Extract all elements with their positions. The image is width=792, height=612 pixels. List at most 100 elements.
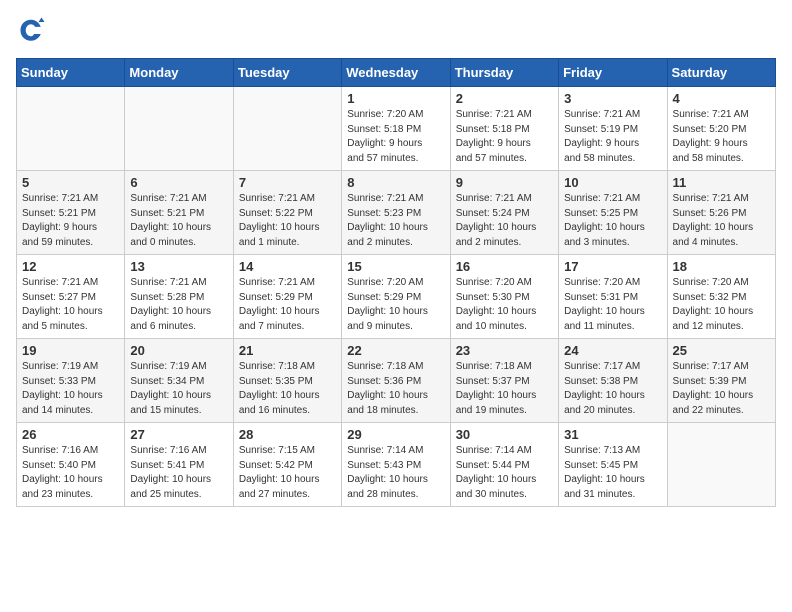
day-info: Sunrise: 7:21 AM Sunset: 5:24 PM Dayligh… [456, 192, 553, 250]
day-number: 16 [456, 259, 553, 274]
day-number: 20 [130, 343, 227, 358]
day-cell: 28Sunrise: 7:15 AM Sunset: 5:42 PM Dayli… [233, 423, 341, 507]
day-info: Sunrise: 7:21 AM Sunset: 5:26 PM Dayligh… [673, 192, 770, 250]
day-cell [17, 87, 125, 171]
day-number: 12 [22, 259, 119, 274]
calendar-container: SundayMondayTuesdayWednesdayThursdayFrid… [0, 0, 792, 523]
day-cell: 7Sunrise: 7:21 AM Sunset: 5:22 PM Daylig… [233, 171, 341, 255]
day-info: Sunrise: 7:17 AM Sunset: 5:38 PM Dayligh… [564, 360, 661, 418]
day-info: Sunrise: 7:21 AM Sunset: 5:21 PM Dayligh… [22, 192, 119, 250]
day-number: 21 [239, 343, 336, 358]
day-number: 9 [456, 175, 553, 190]
day-cell: 22Sunrise: 7:18 AM Sunset: 5:36 PM Dayli… [342, 339, 450, 423]
day-number: 4 [673, 91, 770, 106]
day-cell: 3 Sunrise: 7:21 AM Sunset: 5:19 PM Daylig… [559, 87, 667, 171]
day-number: 14 [239, 259, 336, 274]
weekday-header-sunday: Sunday [17, 59, 125, 87]
day-cell: 5Sunrise: 7:21 AM Sunset: 5:21 PM Daylig… [17, 171, 125, 255]
day-info: Sunrise: 7:20 AM Sunset: 5:31 PM Dayligh… [564, 276, 661, 334]
day-cell: 1Sunrise: 7:20 AM Sunset: 5:18 PM Daylig… [342, 87, 450, 171]
day-info: Sunrise: 7:13 AM Sunset: 5:45 PM Dayligh… [564, 444, 661, 502]
day-cell: 18 Sunrise: 7:20 AM Sunset: 5:32 PM Dayli… [667, 255, 775, 339]
weekday-header-thursday: Thursday [450, 59, 558, 87]
day-info: Sunrise: 7:21 AM Sunset: 5:25 PM Dayligh… [564, 192, 661, 250]
day-cell: 10 Sunrise: 7:21 AM Sunset: 5:25 PM Dayli… [559, 171, 667, 255]
day-info: Sunrise: 7:18 AM Sunset: 5:37 PM Dayligh… [456, 360, 553, 418]
day-cell: 26 Sunrise: 7:16 AM Sunset: 5:40 PM Dayli… [17, 423, 125, 507]
day-cell: 9 Sunrise: 7:21 AM Sunset: 5:24 PM Daylig… [450, 171, 558, 255]
day-cell [667, 423, 775, 507]
day-info: Sunrise: 7:14 AM Sunset: 5:44 PM Dayligh… [456, 444, 553, 502]
day-cell: 30 Sunrise: 7:14 AM Sunset: 5:44 PM Dayli… [450, 423, 558, 507]
week-row-4: 19 Sunrise: 7:19 AM Sunset: 5:33 PM Dayli… [17, 339, 776, 423]
week-row-1: 1Sunrise: 7:20 AM Sunset: 5:18 PM Daylig… [17, 87, 776, 171]
day-number: 28 [239, 427, 336, 442]
day-number: 8 [347, 175, 444, 190]
day-cell: 2 Sunrise: 7:21 AM Sunset: 5:18 PM Daylig… [450, 87, 558, 171]
day-number: 23 [456, 343, 553, 358]
day-number: 17 [564, 259, 661, 274]
day-info: Sunrise: 7:20 AM Sunset: 5:29 PM Dayligh… [347, 276, 444, 334]
day-info: Sunrise: 7:21 AM Sunset: 5:19 PM Dayligh… [564, 108, 661, 166]
day-info: Sunrise: 7:21 AM Sunset: 5:21 PM Dayligh… [130, 192, 227, 250]
day-cell [233, 87, 341, 171]
day-cell [125, 87, 233, 171]
day-info: Sunrise: 7:16 AM Sunset: 5:41 PM Dayligh… [130, 444, 227, 502]
logo [16, 16, 52, 46]
day-number: 29 [347, 427, 444, 442]
day-info: Sunrise: 7:21 AM Sunset: 5:18 PM Dayligh… [456, 108, 553, 166]
logo-icon [16, 16, 46, 46]
weekday-header-wednesday: Wednesday [342, 59, 450, 87]
day-info: Sunrise: 7:21 AM Sunset: 5:28 PM Dayligh… [130, 276, 227, 334]
day-number: 7 [239, 175, 336, 190]
weekday-header-tuesday: Tuesday [233, 59, 341, 87]
day-info: Sunrise: 7:21 AM Sunset: 5:29 PM Dayligh… [239, 276, 336, 334]
day-cell: 11 Sunrise: 7:21 AM Sunset: 5:26 PM Dayli… [667, 171, 775, 255]
day-number: 11 [673, 175, 770, 190]
day-cell: 12 Sunrise: 7:21 AM Sunset: 5:27 PM Dayli… [17, 255, 125, 339]
day-number: 3 [564, 91, 661, 106]
day-cell: 14 Sunrise: 7:21 AM Sunset: 5:29 PM Dayli… [233, 255, 341, 339]
day-number: 31 [564, 427, 661, 442]
day-cell: 16 Sunrise: 7:20 AM Sunset: 5:30 PM Dayli… [450, 255, 558, 339]
day-info: Sunrise: 7:21 AM Sunset: 5:27 PM Dayligh… [22, 276, 119, 334]
day-cell: 13Sunrise: 7:21 AM Sunset: 5:28 PM Dayli… [125, 255, 233, 339]
weekday-header-saturday: Saturday [667, 59, 775, 87]
day-info: Sunrise: 7:20 AM Sunset: 5:32 PM Dayligh… [673, 276, 770, 334]
day-info: Sunrise: 7:21 AM Sunset: 5:23 PM Dayligh… [347, 192, 444, 250]
day-info: Sunrise: 7:18 AM Sunset: 5:36 PM Dayligh… [347, 360, 444, 418]
day-number: 26 [22, 427, 119, 442]
calendar-table: SundayMondayTuesdayWednesdayThursdayFrid… [16, 58, 776, 507]
week-row-2: 5Sunrise: 7:21 AM Sunset: 5:21 PM Daylig… [17, 171, 776, 255]
calendar-header [16, 16, 776, 46]
day-cell: 31 Sunrise: 7:13 AM Sunset: 5:45 PM Dayli… [559, 423, 667, 507]
day-number: 30 [456, 427, 553, 442]
day-number: 19 [22, 343, 119, 358]
day-cell: 4 Sunrise: 7:21 AM Sunset: 5:20 PM Daylig… [667, 87, 775, 171]
day-info: Sunrise: 7:17 AM Sunset: 5:39 PM Dayligh… [673, 360, 770, 418]
day-cell: 15Sunrise: 7:20 AM Sunset: 5:29 PM Dayli… [342, 255, 450, 339]
day-number: 27 [130, 427, 227, 442]
week-row-3: 12 Sunrise: 7:21 AM Sunset: 5:27 PM Dayli… [17, 255, 776, 339]
day-number: 10 [564, 175, 661, 190]
day-number: 2 [456, 91, 553, 106]
day-cell: 17 Sunrise: 7:20 AM Sunset: 5:31 PM Dayli… [559, 255, 667, 339]
day-info: Sunrise: 7:16 AM Sunset: 5:40 PM Dayligh… [22, 444, 119, 502]
day-number: 25 [673, 343, 770, 358]
day-info: Sunrise: 7:21 AM Sunset: 5:20 PM Dayligh… [673, 108, 770, 166]
day-info: Sunrise: 7:18 AM Sunset: 5:35 PM Dayligh… [239, 360, 336, 418]
day-number: 1 [347, 91, 444, 106]
day-number: 6 [130, 175, 227, 190]
day-cell: 24Sunrise: 7:17 AM Sunset: 5:38 PM Dayli… [559, 339, 667, 423]
weekday-header-monday: Monday [125, 59, 233, 87]
day-info: Sunrise: 7:14 AM Sunset: 5:43 PM Dayligh… [347, 444, 444, 502]
day-info: Sunrise: 7:19 AM Sunset: 5:33 PM Dayligh… [22, 360, 119, 418]
day-info: Sunrise: 7:20 AM Sunset: 5:30 PM Dayligh… [456, 276, 553, 334]
day-cell: 20Sunrise: 7:19 AM Sunset: 5:34 PM Dayli… [125, 339, 233, 423]
day-cell: 21 Sunrise: 7:18 AM Sunset: 5:35 PM Dayli… [233, 339, 341, 423]
day-cell: 6 Sunrise: 7:21 AM Sunset: 5:21 PM Daylig… [125, 171, 233, 255]
day-cell: 8 Sunrise: 7:21 AM Sunset: 5:23 PM Daylig… [342, 171, 450, 255]
day-number: 18 [673, 259, 770, 274]
weekday-header-row: SundayMondayTuesdayWednesdayThursdayFrid… [17, 59, 776, 87]
day-cell: 19 Sunrise: 7:19 AM Sunset: 5:33 PM Dayli… [17, 339, 125, 423]
